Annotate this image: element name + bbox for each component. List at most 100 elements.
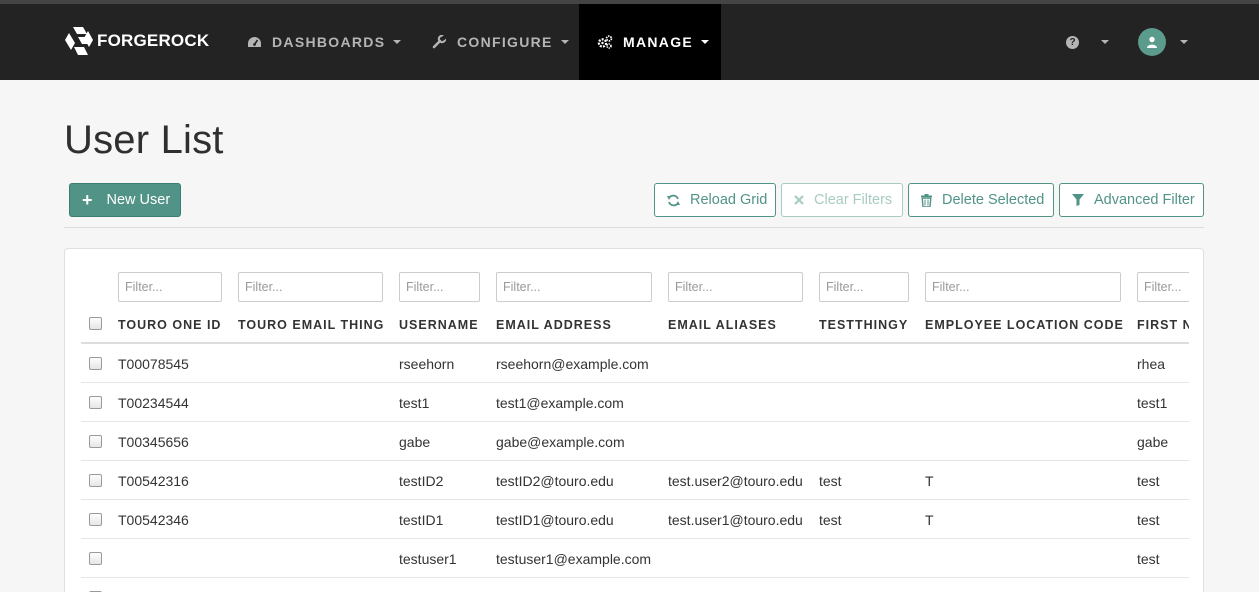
trash-icon [921,193,932,207]
cell-first-name: test1 [1137,395,1168,411]
cell-testthingy: test [819,512,842,528]
cell-email-address: testuser1@example.com [496,551,652,567]
chevron-down-icon [1101,40,1109,44]
cell-first-name: test [1137,512,1160,528]
new-user-label: New User [106,192,171,208]
row-checkbox[interactable] [89,552,102,565]
row-checkbox[interactable] [89,357,102,370]
table-row[interactable] [81,578,1189,592]
times-icon [794,195,804,205]
nav-manage[interactable]: MANAGE [579,4,721,80]
filter-touro-one-id[interactable] [118,272,222,302]
question-circle-icon: ? [1066,35,1079,49]
clear-filters-label: Clear Filters [814,192,893,208]
cell-email-aliases: test.user1@touro.edu [668,512,803,528]
column-header-testthingy[interactable]: TESTTHINGY [819,318,908,332]
filter-icon [1072,194,1084,206]
cell-first-name: gabe [1137,434,1169,450]
cell-email-address: gabe@example.com [496,434,625,450]
cell-username: testID1 [399,512,444,528]
cell-touro-one-id: T00234544 [118,395,189,411]
chevron-down-icon [393,40,402,44]
cell-username: rseehorn [399,356,455,372]
forgerock-logo-icon [65,27,93,55]
table-row[interactable]: T00542316 testID2 testID2@touro.edu test… [81,461,1189,500]
chevron-down-icon [701,40,710,44]
cell-first-name: test [1137,473,1160,489]
cell-testthingy: test [819,473,842,489]
nav-dashboards-label: DASHBOARDS [272,34,386,50]
table-row[interactable]: T00345656 gabe gabe@example.com gabe [81,422,1189,461]
column-header-username[interactable]: USERNAME [399,318,479,332]
cell-username: testID2 [399,473,444,489]
new-user-button[interactable]: + New User [69,183,181,217]
cell-username: test1 [399,395,430,411]
cell-touro-one-id: T00078545 [118,356,189,372]
user-avatar-icon [1138,28,1166,56]
filter-email-address[interactable] [496,272,652,302]
filter-username[interactable] [399,272,480,302]
cell-touro-one-id: T00542346 [118,512,189,528]
wrench-icon [431,34,447,50]
filter-first-name[interactable] [1137,272,1189,302]
cell-employee-location-code: T [925,473,934,489]
nav-help[interactable]: ? [1066,4,1109,80]
nav-manage-label: MANAGE [623,34,694,50]
refresh-icon [667,194,680,207]
filter-email-aliases[interactable] [668,272,803,302]
cell-username: gabe [399,434,431,450]
advanced-filter-label: Advanced Filter [1094,192,1195,208]
cell-email-address: test1@example.com [496,395,624,411]
select-all-checkbox[interactable] [89,317,102,330]
filter-testthingy[interactable] [819,272,909,302]
brand-name: FORGEROCK [97,31,210,50]
row-checkbox[interactable] [89,435,102,448]
column-header-first-name[interactable]: FIRST N [1137,318,1189,332]
delete-selected-label: Delete Selected [942,192,1045,208]
column-header-employee-location-code[interactable]: EMPLOYEE LOCATION CODE [925,318,1124,332]
user-grid: TOURO ONE ID TOURO EMAIL THING USERNAME … [81,249,1189,592]
cell-touro-one-id: T00542316 [118,473,189,489]
user-grid-panel: TOURO ONE ID TOURO EMAIL THING USERNAME … [64,248,1204,592]
reload-grid-label: Reload Grid [690,192,768,208]
table-row[interactable]: T00234544 test1 test1@example.com test1 [81,383,1189,422]
cell-first-name: test [1137,551,1160,567]
row-checkbox[interactable] [89,474,102,487]
cell-touro-one-id: T00345656 [118,434,189,450]
table-row[interactable]: testuser1 testuser1@example.com test [81,539,1189,578]
plus-icon: + [82,190,93,210]
cell-email-aliases: test.user2@touro.edu [668,473,803,489]
cell-first-name: rhea [1137,356,1166,372]
delete-selected-button[interactable]: Delete Selected [908,183,1054,217]
clear-filters-button[interactable]: Clear Filters [781,183,903,217]
chevron-down-icon [560,40,569,44]
tachometer-icon [246,34,262,50]
cell-email-address: testID1@touro.edu [496,512,614,528]
cogs-icon [597,34,613,50]
cell-username: testuser1 [399,551,457,567]
column-header-touro-one-id[interactable]: TOURO ONE ID [118,318,221,332]
column-header-email-aliases[interactable]: EMAIL ALIASES [668,318,777,332]
reload-grid-button[interactable]: Reload Grid [654,183,776,217]
filter-employee-location-code[interactable] [925,272,1121,302]
top-navbar: FORGEROCK DASHBOARDS CONFIGURE MANAGE ? [0,4,1259,80]
cell-email-address: testID2@touro.edu [496,473,614,489]
nav-dashboards[interactable]: DASHBOARDS [246,4,402,80]
column-header-email-address[interactable]: EMAIL ADDRESS [496,318,612,332]
chevron-down-icon [1180,40,1188,44]
column-header-touro-email-thing[interactable]: TOURO EMAIL THING [238,318,384,332]
row-checkbox[interactable] [89,513,102,526]
page-title: User List [64,118,224,162]
filter-touro-email-thing[interactable] [238,272,383,302]
cell-employee-location-code: T [925,512,934,528]
cell-email-address: rseehorn@example.com [496,356,649,372]
toolbar-divider [64,227,1204,228]
row-checkbox[interactable] [89,396,102,409]
brand[interactable]: FORGEROCK [64,24,209,58]
advanced-filter-button[interactable]: Advanced Filter [1059,183,1204,217]
nav-configure-label: CONFIGURE [457,34,553,50]
table-row[interactable]: T00542346 testID1 testID1@touro.edu test… [81,500,1189,539]
nav-configure[interactable]: CONFIGURE [431,4,569,80]
nav-user-menu[interactable] [1138,4,1188,80]
table-row[interactable]: T00078545 rseehorn rseehorn@example.com … [81,344,1189,383]
